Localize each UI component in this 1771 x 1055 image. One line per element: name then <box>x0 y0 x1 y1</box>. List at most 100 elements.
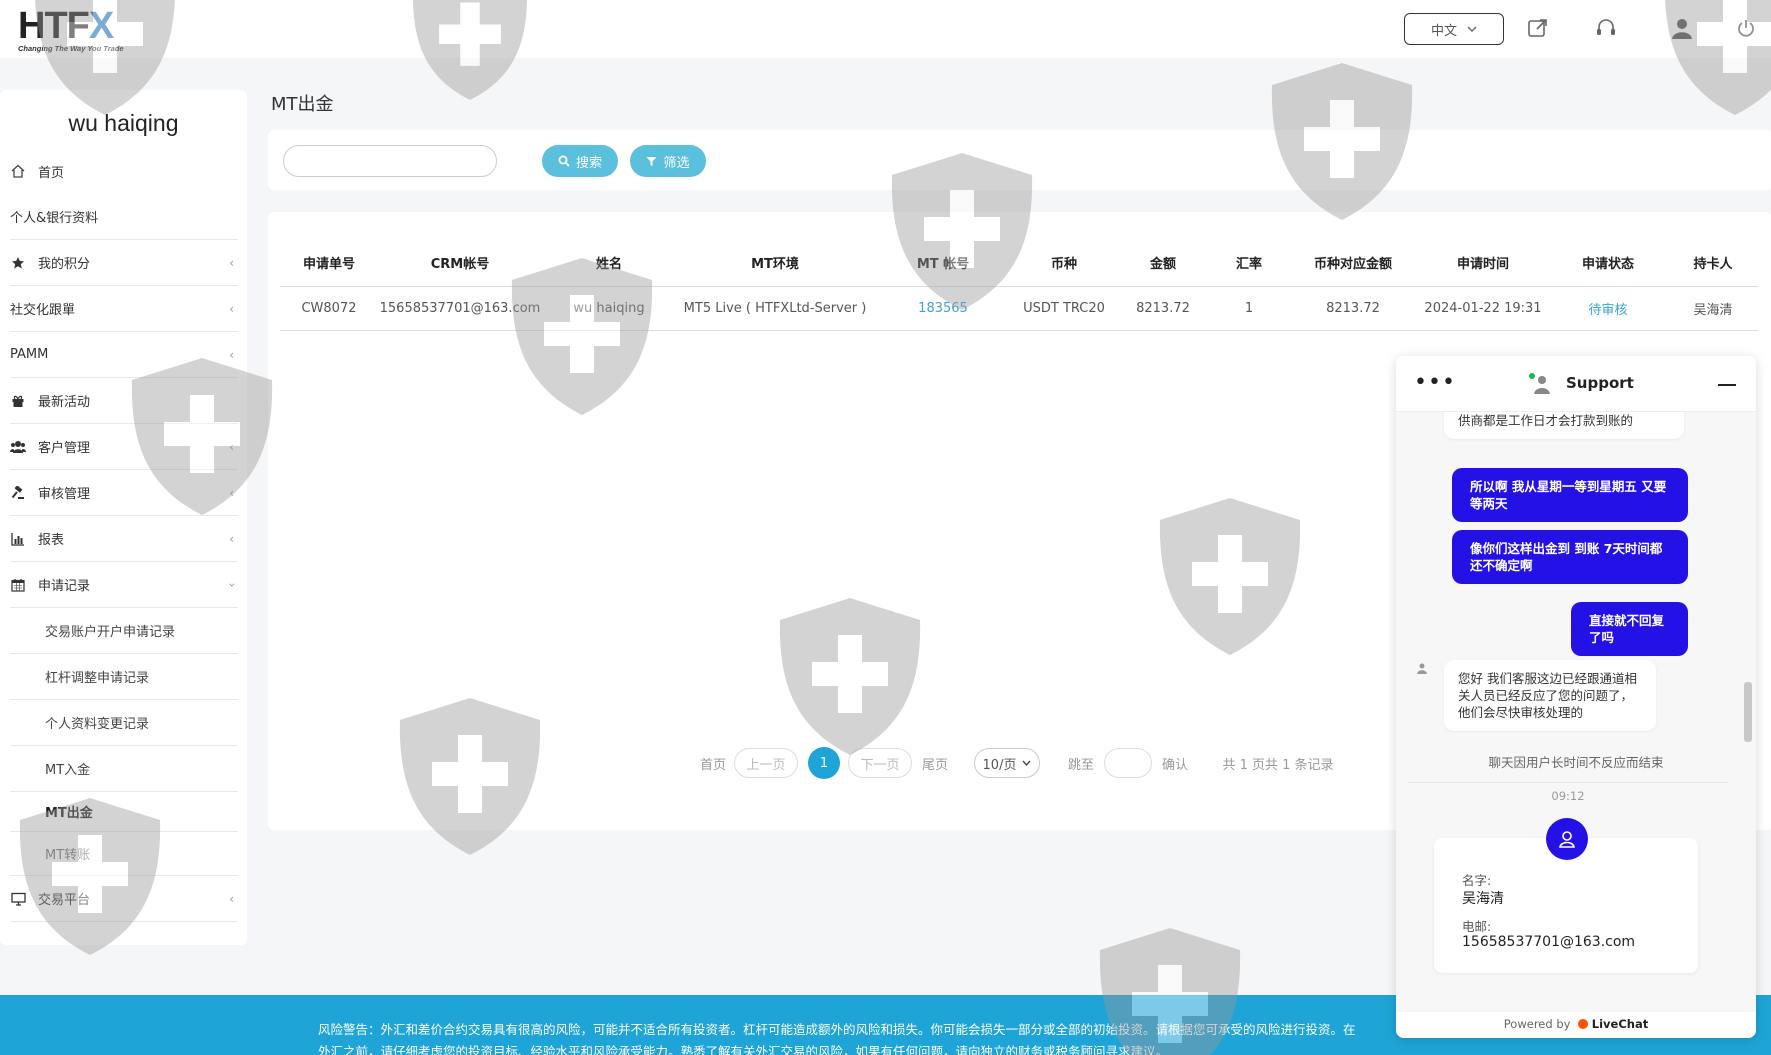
language-select[interactable]: 中文 <box>1404 13 1504 45</box>
chevron-down-icon: ‹ <box>224 582 239 587</box>
user-profile-icon[interactable] <box>1668 14 1696 42</box>
search-icon <box>558 155 570 167</box>
chat-message-user: 直接就不回复了吗 <box>1571 602 1688 656</box>
chat-message-user: 像你们这样出金到 到账 7天时间都还不确定啊 <box>1452 530 1688 584</box>
sidebar-sub-mt-withdraw[interactable]: MT出金 <box>10 792 238 832</box>
sidebar-item-points[interactable]: 我的积分 ‹ <box>10 240 238 286</box>
sidebar-item-reports[interactable]: 报表 ‹ <box>10 516 238 562</box>
column-header[interactable]: 持卡人 <box>1668 240 1758 287</box>
sidebar-sub-mt-deposit[interactable]: MT入金 <box>10 746 238 792</box>
chevron-down-icon <box>1467 26 1477 32</box>
filter-button[interactable]: 筛选 <box>630 145 706 177</box>
sidebar-sub-account-opening[interactable]: 交易账户开户申请记录 <box>10 608 238 654</box>
filter-icon <box>646 156 657 166</box>
jump-label: 跳至 <box>1067 757 1094 773</box>
sidebar-user-name: wu haiqing <box>68 110 179 136</box>
language-label: 中文 <box>1430 23 1457 39</box>
table-row[interactable]: CW8072 15658537701@163.com wu haiqing MT… <box>280 286 1758 331</box>
pager-prev[interactable]: 上一页 <box>734 748 798 778</box>
column-header[interactable]: 金额 <box>1116 240 1210 287</box>
chat-messages[interactable]: 供商都是工作日才会打款到账的 所以啊 我从星期一等到星期五 又要等两天 像你们这… <box>1396 412 1756 1012</box>
column-header[interactable]: 币种对应金额 <box>1288 240 1418 287</box>
monitor-icon <box>10 891 26 907</box>
column-header[interactable]: 币种 <box>1012 240 1116 287</box>
cell-currency: USDT TRC20 <box>1012 286 1116 331</box>
sidebar-sub-leverage[interactable]: 杠杆调整申请记录 <box>10 654 238 700</box>
jump-page-input[interactable] <box>1104 748 1152 778</box>
sidebar-item-applications[interactable]: 申请记录 ‹ <box>10 562 239 608</box>
column-header[interactable]: 申请单号 <box>280 240 378 287</box>
chevron-left-icon: ‹ <box>229 891 234 906</box>
chart-icon <box>10 531 26 547</box>
sidebar-item-review[interactable]: 审核管理 ‹ <box>10 470 238 516</box>
column-header[interactable]: MT 帐号 <box>874 240 1012 287</box>
sidebar-item-label: 审核管理 <box>38 487 91 502</box>
sidebar-item-label: 交易平台 <box>38 893 91 908</box>
chevron-left-icon: ‹ <box>229 531 234 546</box>
cell-mt-account-link[interactable]: 183565 <box>874 286 1012 331</box>
headset-icon[interactable] <box>1592 14 1620 42</box>
powered-by-label: Powered by <box>1503 1017 1571 1031</box>
card-name-value: 吴海清 <box>1462 891 1504 907</box>
sidebar-item-label: PAMM <box>10 347 49 362</box>
users-icon <box>10 439 26 455</box>
column-header[interactable]: 姓名 <box>542 240 676 287</box>
jump-confirm[interactable]: 确认 <box>1158 748 1192 778</box>
logo-text: HTFX <box>18 5 114 47</box>
sidebar-item-trading-platform[interactable]: 交易平台 ‹ <box>10 876 238 922</box>
search-input[interactable] <box>283 145 497 177</box>
support-agent-icon <box>1528 372 1556 396</box>
chevron-left-icon: ‹ <box>229 347 234 362</box>
per-page-value: 10/页 <box>982 757 1017 773</box>
search-button[interactable]: 搜索 <box>542 145 618 177</box>
power-icon[interactable] <box>1732 14 1760 42</box>
column-header[interactable]: MT环境 <box>676 240 874 287</box>
pager-last[interactable]: 尾页 <box>918 748 952 778</box>
chat-system-message: 聊天因用户长时间不反应而结束 <box>1488 755 1664 770</box>
card-email-label: 电邮: <box>1462 919 1492 934</box>
livechat-logo-icon <box>1578 1019 1589 1029</box>
cell-amount: 8213.72 <box>1116 286 1210 331</box>
chevron-left-icon: ‹ <box>229 439 234 454</box>
cell-card-holder: 吴海清 <box>1668 286 1758 331</box>
cell-crm-account: 15658537701@163.com <box>378 286 542 331</box>
chat-message-user: 所以啊 我从星期一等到星期五 又要等两天 <box>1452 468 1688 522</box>
chat-scrollbar[interactable] <box>1744 682 1752 742</box>
column-header[interactable]: 申请时间 <box>1418 240 1548 287</box>
chevron-left-icon: ‹ <box>229 485 234 500</box>
pager-first[interactable]: 首页 <box>696 748 730 778</box>
per-page-select[interactable]: 10/页 <box>974 748 1040 778</box>
chat-powered-by[interactable]: Powered by LiveChat <box>1396 1012 1756 1038</box>
minimize-icon[interactable] <box>1718 384 1736 386</box>
sidebar-item-social-copy[interactable]: 社交化跟單 ‹ <box>10 286 238 332</box>
column-header[interactable]: 申请状态 <box>1548 240 1668 287</box>
column-header[interactable]: 汇率 <box>1210 240 1288 287</box>
sidebar-item-profile-bank[interactable]: 个人&银行资料 <box>10 194 238 240</box>
sidebar-item-clients[interactable]: 客户管理 ‹ <box>10 424 238 470</box>
livechat-brand: LiveChat <box>1591 1017 1649 1031</box>
chevron-left-icon: ‹ <box>229 301 234 316</box>
sidebar-sub-mt-transfer[interactable]: MT转账 <box>10 832 238 876</box>
top-header: HTFX Changing The Way You Trade 中文 <box>0 0 1771 58</box>
more-options-icon[interactable]: ••• <box>1414 370 1456 395</box>
user-avatar-icon <box>1546 818 1588 860</box>
cell-rate: 1 <box>1210 286 1288 331</box>
sidebar-item-label: 报表 <box>38 533 65 548</box>
htfx-logo[interactable]: HTFX Changing The Way You Trade <box>18 6 138 54</box>
sidebar-item-home[interactable]: 首页 <box>10 148 238 194</box>
sidebar-sub-profile-change[interactable]: 个人资料变更记录 <box>10 700 238 746</box>
pager-current-page[interactable]: 1 <box>808 747 840 779</box>
external-link-icon[interactable] <box>1524 14 1552 42</box>
chat-title: Support <box>1566 374 1634 392</box>
star-icon <box>10 255 26 271</box>
card-name-label: 名字: <box>1462 873 1492 888</box>
cell-status-link[interactable]: 待审核 <box>1548 286 1668 331</box>
sidebar-item-pamm[interactable]: PAMM ‹ <box>10 332 238 378</box>
column-header[interactable]: CRM帐号 <box>378 240 542 287</box>
pager-next[interactable]: 下一页 <box>848 748 912 778</box>
chat-header: ••• Support <box>1396 356 1756 412</box>
calendar-icon <box>10 577 26 593</box>
withdrawal-table: 申请单号 CRM帐号 姓名 MT环境 MT 帐号 币种 金额 汇率 币种对应金额… <box>280 240 1758 331</box>
chevron-down-icon <box>1022 760 1031 766</box>
sidebar-item-promotions[interactable]: 最新活动 <box>10 378 238 424</box>
